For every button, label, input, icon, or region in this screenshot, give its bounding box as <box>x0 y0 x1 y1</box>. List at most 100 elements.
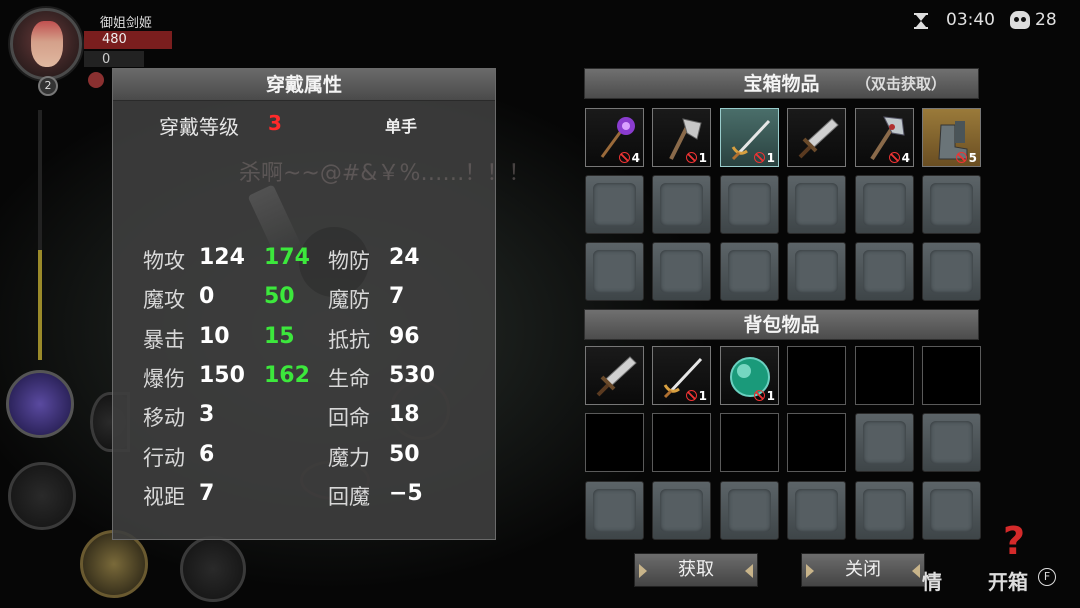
hand-type: 单手 <box>385 117 418 136</box>
stat-label: 魔攻 <box>143 288 185 313</box>
item-count-badge: 1 <box>686 389 707 403</box>
locked-slot <box>652 242 711 301</box>
empty-slot[interactable] <box>855 346 914 405</box>
stat-value: 530 <box>389 362 435 388</box>
stat-value: 50 <box>389 441 420 467</box>
locked-slot <box>922 242 981 301</box>
backpack-item-slot[interactable]: 1 <box>720 346 779 405</box>
locked-slot <box>855 413 914 472</box>
skill-button-empty[interactable] <box>180 536 246 602</box>
hero-name: 御姐剑姬 <box>100 16 153 31</box>
locked-slot <box>855 242 914 301</box>
stat-value: 3 <box>199 402 215 428</box>
locked-slot <box>922 481 981 540</box>
locked-slot <box>652 481 711 540</box>
stat-label: 行动 <box>143 445 185 470</box>
detail-button-label[interactable]: 情 <box>922 566 942 595</box>
item-count-badge: 4 <box>619 151 640 165</box>
stat-bonus-value: 174 <box>264 245 310 270</box>
hero-avatar[interactable] <box>10 8 82 80</box>
empty-slot[interactable] <box>652 413 711 472</box>
locked-slot <box>585 242 644 301</box>
stat-bonus-value: 50 <box>264 284 295 310</box>
chest-item-slot[interactable]: 5 <box>922 108 981 167</box>
question-mark-icon[interactable]: ? <box>994 518 1034 562</box>
chest-item-slot[interactable]: 4 <box>585 108 644 167</box>
stat-row: 暴击 10 15 抵抗 96 <box>113 324 495 356</box>
backpack-items-title: 背包物品 <box>743 314 820 336</box>
required-level-value: 3 <box>268 111 282 135</box>
kill-count: 28 <box>1035 10 1057 30</box>
skill-button-shield[interactable] <box>80 530 148 598</box>
turn-timer: 03:40 <box>946 10 995 30</box>
stat-value: 7 <box>199 480 215 506</box>
stat-label: 抵抗 <box>328 327 370 352</box>
locked-slot <box>720 481 779 540</box>
stat-label: 移动 <box>143 406 185 431</box>
chest-item-slot[interactable]: 1 <box>720 108 779 167</box>
take-button[interactable]: 获取 <box>634 553 758 587</box>
party-member-icon[interactable] <box>88 72 104 88</box>
stat-bonus-value: 15 <box>264 323 295 349</box>
stat-value: −5 <box>389 480 423 506</box>
stat-row: 物攻 124 174 物防 24 <box>113 245 495 277</box>
locked-slot <box>720 175 779 234</box>
item-count-badge: 4 <box>889 151 910 165</box>
stat-label: 魔防 <box>328 288 370 313</box>
stat-value: 18 <box>389 402 420 428</box>
locked-slot <box>787 242 846 301</box>
stat-label: 生命 <box>328 366 370 391</box>
required-level-label: 穿戴等级 <box>159 115 239 139</box>
hero-portrait <box>31 21 63 67</box>
locked-slot <box>720 242 779 301</box>
stat-label: 物防 <box>328 249 370 273</box>
wear-stats-panel: 穿戴属性 杀啊~~@#&￥%……！！！ 穿戴等级 3 单手 物攻 124 174 物防… <box>112 68 530 540</box>
item-count-badge: 5 <box>956 151 977 165</box>
locked-slot <box>652 175 711 234</box>
item-count-badge: 1 <box>686 151 707 165</box>
stat-value: 150 <box>199 362 245 388</box>
stat-row: 魔攻 0 50 魔防 7 <box>113 284 495 316</box>
chest-item-slot[interactable]: 4 <box>855 108 914 167</box>
open-chest-button[interactable]: 开箱 <box>988 566 1028 595</box>
wear-stats-title: 穿戴属性 <box>113 69 495 101</box>
stat-row: 爆伤 150 162 生命 530 <box>113 363 495 395</box>
stat-value: 24 <box>389 245 420 270</box>
locked-slot <box>787 175 846 234</box>
empty-slot[interactable] <box>720 413 779 472</box>
stat-row: 行动 6 魔力 50 <box>113 442 495 474</box>
stat-value: 10 <box>199 323 230 349</box>
hero-level-badge: 2 <box>38 76 58 96</box>
chest-items-header: 宝箱物品 （双击获取） <box>584 68 979 99</box>
stat-value: 124 <box>199 245 245 270</box>
stat-label: 魔力 <box>328 445 370 470</box>
stat-row: 移动 3 回命 18 <box>113 402 495 434</box>
mp-value: 0 <box>102 52 111 67</box>
locked-slot <box>922 413 981 472</box>
item-count-badge: 1 <box>754 151 775 165</box>
stat-label: 物攻 <box>143 249 185 273</box>
empty-slot[interactable] <box>585 413 644 472</box>
chest-item-slot[interactable] <box>787 108 846 167</box>
hp-value: 480 <box>102 32 127 47</box>
chest-item-slot[interactable]: 1 <box>652 108 711 167</box>
hp-bar: 480 <box>84 31 172 49</box>
empty-slot[interactable] <box>922 346 981 405</box>
double-click-hint: （双击获取） <box>855 75 946 93</box>
stat-label: 回魔 <box>328 484 370 509</box>
locked-slot <box>855 175 914 234</box>
background-battle-text: 杀啊~~@#&￥%……！！！ <box>239 161 531 186</box>
mp-bar: 0 <box>84 51 144 67</box>
stat-row: 视距 7 回魔 −5 <box>113 481 495 513</box>
locked-slot <box>585 481 644 540</box>
backpack-item-slot[interactable] <box>585 346 644 405</box>
backpack-item-slot[interactable]: 1 <box>652 346 711 405</box>
empty-slot[interactable] <box>787 346 846 405</box>
skill-button-claw[interactable] <box>6 370 74 438</box>
skill-button-boots[interactable] <box>8 462 76 530</box>
stat-value: 0 <box>199 284 215 310</box>
f-key-hint: F <box>1038 568 1056 586</box>
close-button[interactable]: 关闭 <box>801 553 925 587</box>
empty-slot[interactable] <box>787 413 846 472</box>
stat-label: 回命 <box>328 406 370 431</box>
